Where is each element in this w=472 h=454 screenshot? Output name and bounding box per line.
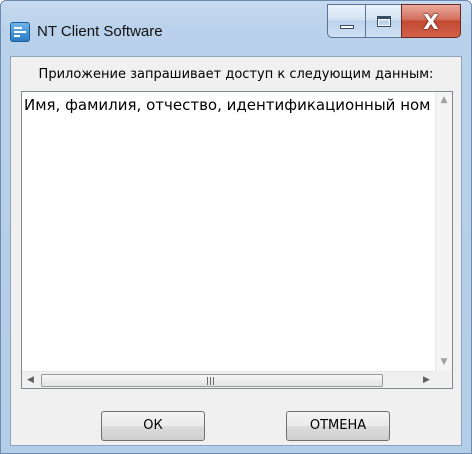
scrollbar-corner <box>435 371 452 388</box>
scroll-right-arrow-icon[interactable]: ▶ <box>418 372 435 389</box>
minimize-button[interactable] <box>327 4 365 38</box>
window-title: NT Client Software <box>37 23 163 40</box>
scroll-up-arrow-icon[interactable]: ▲ <box>436 92 452 109</box>
title-bar[interactable]: NT Client Software X <box>1 1 471 55</box>
close-button[interactable]: X <box>401 4 461 38</box>
scroll-down-arrow-icon[interactable]: ▼ <box>436 354 452 371</box>
app-window-icon[interactable] <box>10 22 30 42</box>
ok-button[interactable]: ОК <box>101 411 205 441</box>
cancel-button[interactable]: ОТМЕНА <box>286 411 390 441</box>
scroll-left-arrow-icon[interactable]: ◀ <box>22 372 39 389</box>
close-icon: X <box>423 10 439 34</box>
dialog-window: NT Client Software X Приложение запрашив… <box>0 0 472 454</box>
requested-data-listbox[interactable]: Имя, фамилия, отчество, идентификационны… <box>21 91 453 389</box>
minimize-icon <box>340 25 354 29</box>
horizontal-scroll-thumb[interactable] <box>41 374 383 387</box>
dialog-client-area: Приложение запрашивает доступ к следующи… <box>10 56 462 446</box>
scroll-thumb-grip <box>204 377 218 385</box>
maximize-icon <box>377 16 391 27</box>
maximize-button[interactable] <box>365 4 401 38</box>
caption-buttons: X <box>327 4 461 41</box>
horizontal-scrollbar[interactable]: ◀ ▶ <box>22 371 452 388</box>
access-prompt-label: Приложение запрашивает доступ к следующи… <box>38 67 434 82</box>
list-item[interactable]: Имя, фамилия, отчество, идентификационны… <box>24 95 434 115</box>
vertical-scrollbar[interactable]: ▲ ▼ <box>435 92 452 371</box>
